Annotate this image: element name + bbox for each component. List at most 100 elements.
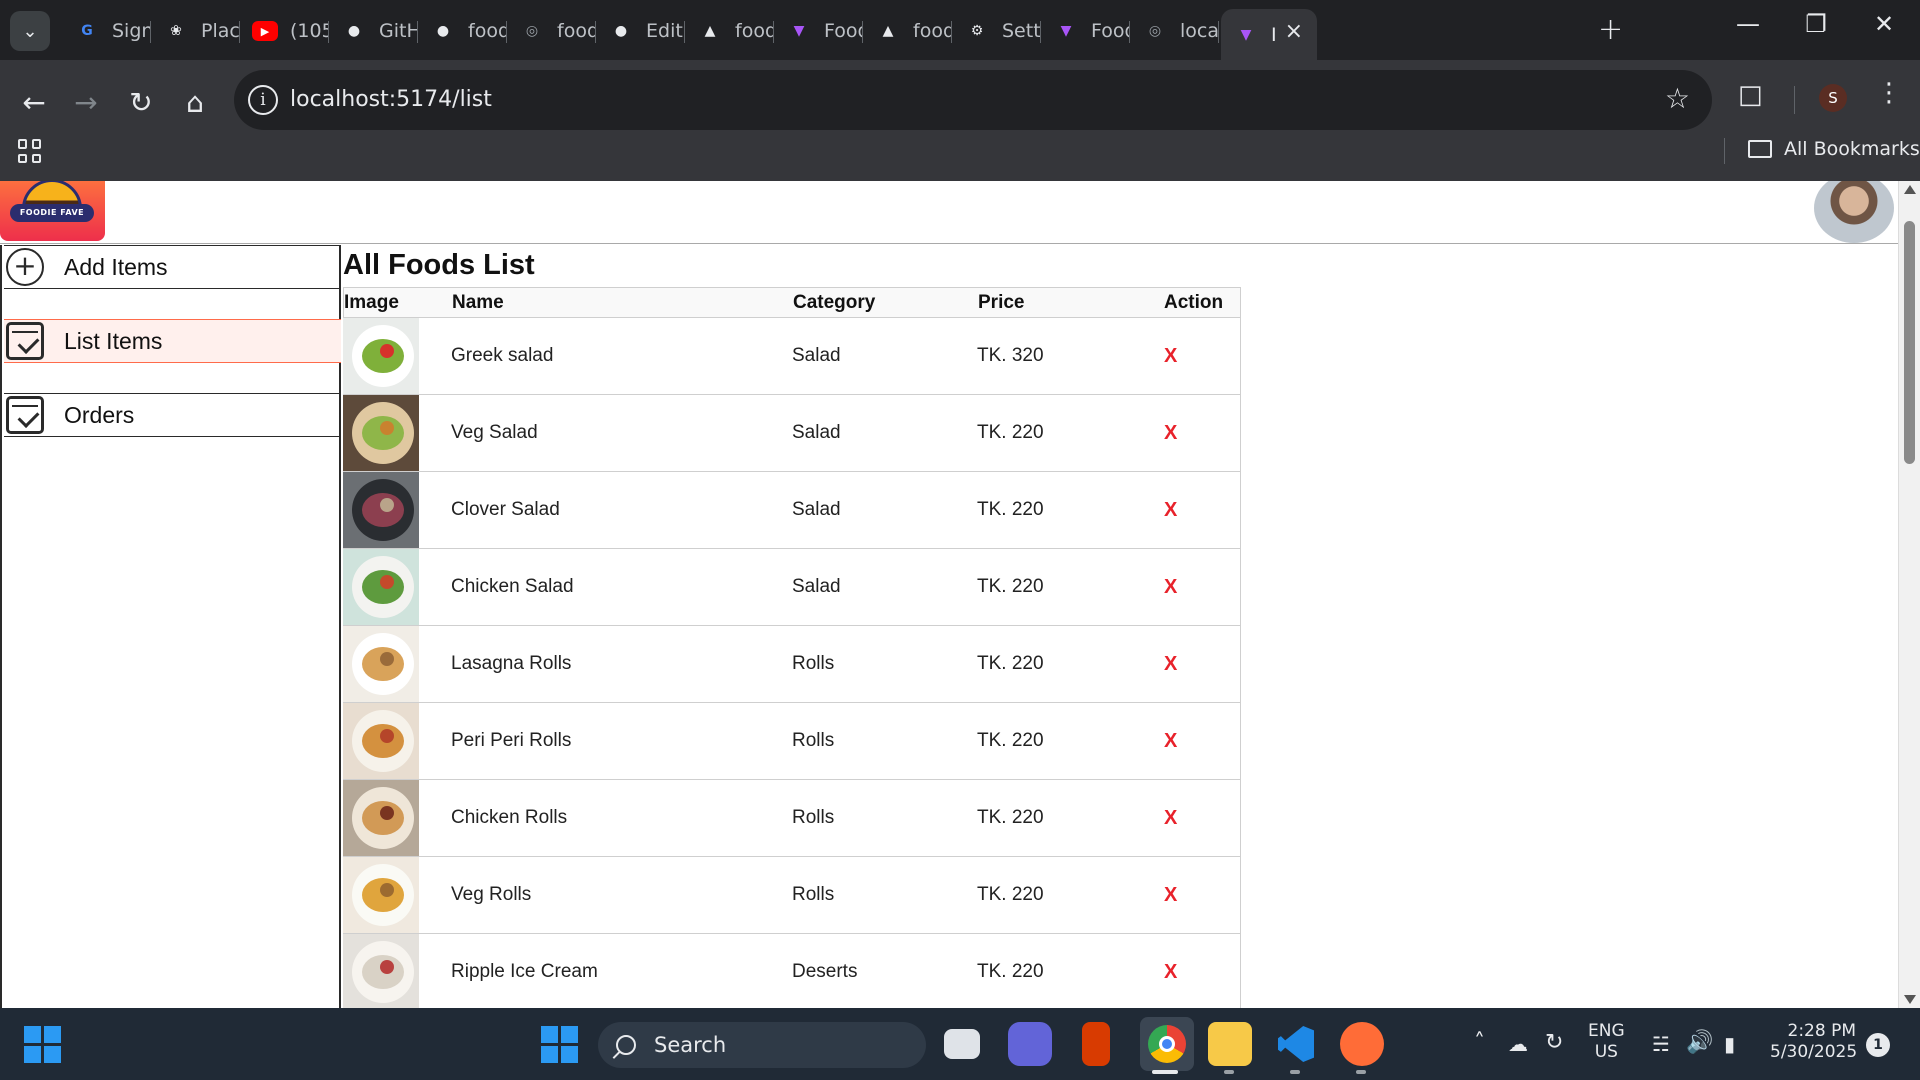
all-bookmarks-label: All Bookmarks: [1784, 138, 1920, 160]
table-header: Image Name Category Price Action: [343, 287, 1240, 318]
action-cell: X: [1163, 884, 1241, 907]
minimize-button[interactable]: —: [1728, 10, 1768, 38]
remove-item-button[interactable]: X: [1164, 576, 1177, 598]
food-image-cell: [343, 472, 451, 548]
address-bar[interactable]: i localhost:5174/list ☆: [234, 70, 1712, 130]
tab-search-button[interactable]: ⌄: [10, 11, 50, 51]
apps-grid-icon[interactable]: [18, 139, 42, 163]
menu-kebab-icon[interactable]: ⋮: [1876, 78, 1902, 108]
sync-icon[interactable]: ↻: [1545, 1030, 1563, 1055]
browser-tab[interactable]: ◎ locall: [1130, 9, 1219, 53]
browser-tab[interactable]: G Sign: [62, 9, 151, 53]
close-tab-icon[interactable]: ×: [1285, 19, 1303, 44]
remove-item-button[interactable]: X: [1164, 807, 1177, 829]
browser-tab[interactable]: ▶ (105): [240, 9, 329, 53]
chrome-taskbar-button[interactable]: [1140, 1017, 1194, 1071]
browser-tab[interactable]: ● Editi: [596, 9, 685, 53]
table-row: Veg Salad Salad TK. 220 X: [343, 395, 1240, 472]
show-hidden-icons-chevron-icon[interactable]: ˄: [1474, 1030, 1485, 1055]
browser-tab[interactable]: ⚙ Setti: [952, 9, 1041, 53]
notification-badge[interactable]: 1: [1866, 1033, 1890, 1057]
remove-item-button[interactable]: X: [1164, 345, 1177, 367]
profile-avatar[interactable]: S: [1819, 84, 1847, 112]
browser-tab[interactable]: ❀ Place: [151, 9, 240, 53]
food-image-cell: [343, 934, 451, 1008]
sidebar-item-list-items[interactable]: List Items: [4, 319, 341, 363]
remove-item-button[interactable]: X: [1164, 653, 1177, 675]
remove-item-button[interactable]: X: [1164, 422, 1177, 444]
reload-icon: ↻: [129, 85, 153, 119]
column-header-category: Category: [793, 291, 876, 313]
all-bookmarks-button[interactable]: All Bookmarks: [1748, 138, 1920, 160]
start-button[interactable]: [20, 1022, 64, 1066]
food-name: Chicken Rolls: [451, 807, 568, 828]
office-icon[interactable]: [1082, 1022, 1110, 1066]
restore-button[interactable]: ❐: [1796, 10, 1836, 38]
site-info-icon[interactable]: i: [248, 85, 278, 115]
food-name: Chicken Salad: [451, 576, 574, 597]
close-window-button[interactable]: ✕: [1864, 10, 1904, 38]
browser-tab[interactable]: ▲ food: [863, 9, 952, 53]
bookmark-star-icon[interactable]: ☆: [1665, 82, 1690, 115]
teams-icon[interactable]: [1008, 1022, 1052, 1066]
foodie-fave-logo[interactable]: FOODIE FAVE: [0, 181, 105, 241]
volume-icon[interactable]: 🔊: [1686, 1030, 1713, 1055]
browser-tab[interactable]: ● GitH: [329, 9, 418, 53]
language-indicator[interactable]: ENG US: [1588, 1021, 1625, 1063]
url-text[interactable]: localhost:5174/list: [290, 87, 492, 112]
extensions-icon[interactable]: □: [1738, 80, 1763, 110]
battery-icon[interactable]: ▮: [1724, 1032, 1735, 1056]
home-button[interactable]: ⌂: [175, 82, 215, 122]
postman-icon[interactable]: [1340, 1022, 1384, 1066]
remove-item-button[interactable]: X: [1164, 499, 1177, 521]
postman-indicator: [1356, 1070, 1366, 1074]
onedrive-icon[interactable]: ☁: [1508, 1032, 1528, 1056]
table-row: Greek salad Salad TK. 320 X: [343, 318, 1240, 395]
browser-tab[interactable]: ● food: [418, 9, 507, 53]
action-cell: X: [1163, 730, 1241, 753]
browser-tab[interactable]: ▼ Food: [1041, 9, 1130, 53]
bookmarks-divider: [1724, 138, 1725, 164]
forward-button[interactable]: →: [66, 82, 106, 122]
food-name: Veg Salad: [451, 422, 538, 443]
food-price: TK. 220: [977, 576, 1044, 597]
taskbar-search-label: Search: [654, 1033, 727, 1057]
sidebar-item-orders[interactable]: Orders: [4, 393, 341, 437]
wifi-icon[interactable]: ☵: [1652, 1032, 1670, 1056]
browser-tab[interactable]: ◎ food: [507, 9, 596, 53]
remove-item-button[interactable]: X: [1164, 961, 1177, 983]
scroll-up-arrow-icon[interactable]: [1904, 185, 1916, 194]
remove-item-button[interactable]: X: [1164, 730, 1177, 752]
start-menu-button[interactable]: [537, 1022, 581, 1066]
reload-button[interactable]: ↻: [121, 82, 161, 122]
clock[interactable]: 2:28 PM 5/30/2025: [1770, 1021, 1857, 1063]
scroll-thumb[interactable]: [1904, 221, 1915, 464]
remove-item-button[interactable]: X: [1164, 884, 1177, 906]
table-row: Ripple Ice Cream Deserts TK. 220 X: [343, 934, 1240, 1008]
food-price: TK. 220: [977, 730, 1044, 751]
browser-tab[interactable]: ▼ I ×: [1221, 9, 1317, 60]
globe-icon: ◎: [1148, 23, 1162, 39]
windows-taskbar: Search ˄ ☁ ↻ ENG US ☵ 🔊 ▮ 2:28 PM 5/30/2…: [0, 1008, 1920, 1080]
scroll-down-arrow-icon[interactable]: [1904, 995, 1916, 1004]
back-button[interactable]: ←: [14, 82, 54, 122]
food-name: Lasagna Rolls: [451, 653, 572, 674]
taskbar-search[interactable]: Search: [598, 1022, 926, 1068]
sidebar: + Add Items List Items Orders: [0, 245, 341, 1008]
food-thumbnail: [343, 780, 419, 856]
table-row: Lasagna Rolls Rolls TK. 220 X: [343, 626, 1240, 703]
task-view-icon[interactable]: [944, 1029, 980, 1059]
page-scrollbar[interactable]: [1898, 181, 1920, 1008]
new-tab-button[interactable]: +: [1598, 12, 1623, 47]
windows-start-icon: [540, 1025, 578, 1063]
vscode-icon[interactable]: [1274, 1022, 1318, 1066]
column-header-name: Name: [452, 291, 504, 313]
table-row: Chicken Salad Salad TK. 220 X: [343, 549, 1240, 626]
browser-tab[interactable]: ▼ Food: [774, 9, 863, 53]
food-image-cell: [343, 780, 451, 856]
browser-tab-label: food: [735, 20, 774, 42]
sidebar-item-add-items[interactable]: + Add Items: [4, 245, 341, 289]
browser-tab[interactable]: ▲ food: [685, 9, 774, 53]
admin-profile-avatar[interactable]: [1814, 181, 1894, 243]
file-explorer-icon[interactable]: [1208, 1022, 1252, 1066]
